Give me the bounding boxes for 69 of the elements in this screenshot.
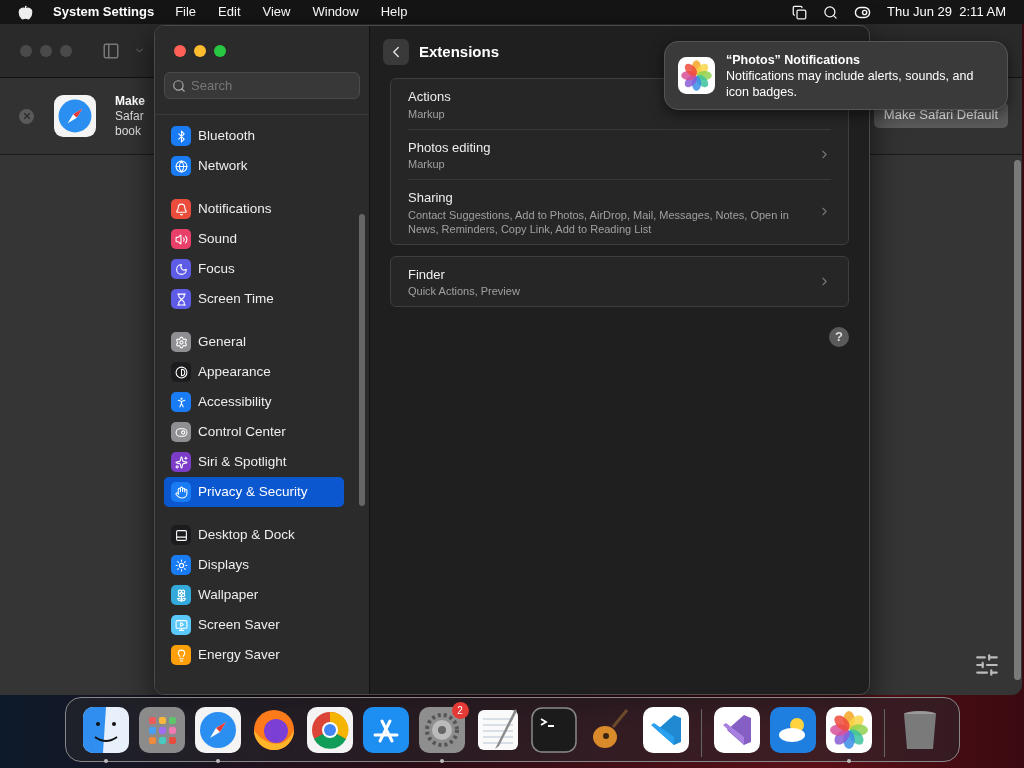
- menu-item[interactable]: View: [262, 2, 291, 22]
- extension-row[interactable]: Photos editing Markup: [408, 128, 831, 179]
- row-title: Actions: [408, 88, 451, 106]
- row-title: Photos editing: [408, 138, 491, 157]
- finder-icon[interactable]: [82, 706, 129, 753]
- sidebar-icon[interactable]: [102, 41, 120, 60]
- banner-text: Safar: [115, 108, 145, 124]
- flower-icon: [678, 57, 715, 94]
- notification-title: “Photos” Notifications: [726, 51, 862, 68]
- app-menu[interactable]: System Settings: [53, 2, 155, 22]
- sidebar-item[interactable]: Displays: [164, 550, 344, 580]
- cloud-icon[interactable]: [769, 706, 816, 753]
- badge: 2: [451, 701, 469, 719]
- sidebar-item[interactable]: Wallpaper: [164, 580, 344, 610]
- sidebar-item[interactable]: Siri & Spotlight: [164, 447, 344, 477]
- sidebar-item[interactable]: General: [164, 327, 344, 357]
- sidebar-item[interactable]: Focus: [164, 254, 344, 284]
- sidebar-item[interactable]: Control Center: [164, 417, 344, 447]
- sidebar-item[interactable]: Bluetooth: [164, 121, 344, 151]
- help-button[interactable]: ?: [829, 327, 849, 347]
- close-icon: [21, 111, 32, 121]
- sidebar-item[interactable]: Sound: [164, 224, 344, 254]
- dock-item[interactable]: 2: [414, 701, 469, 764]
- row-detail: Quick Actions, Preview: [408, 284, 521, 298]
- gear-icon[interactable]: [418, 706, 465, 753]
- search-icon: [172, 79, 186, 93]
- notification-body: Notifications may include alerts, sounds, and icon badges.: [726, 67, 975, 100]
- extension-row[interactable]: Sharing Contact Suggestions, Add to Photos, AirDrop, Mail, Messages, Notes, Open in News, Reminders, Copy Link, Add to Reading List: [408, 179, 831, 244]
- page-title: Extensions: [419, 41, 500, 62]
- sidebar-item[interactable]: Network: [164, 151, 344, 181]
- notification[interactable]: “Photos” Notifications Notifications may include alerts, sounds, and icon badges.: [664, 41, 1008, 110]
- flower-icon[interactable]: [825, 706, 872, 753]
- ide-icon[interactable]: [713, 706, 760, 753]
- extension-row[interactable]: Finder Quick Actions, Preview: [408, 256, 831, 306]
- apple-icon[interactable]: [18, 4, 33, 20]
- code-editor-icon[interactable]: [642, 706, 689, 753]
- banner-text: book: [115, 123, 143, 139]
- terminal-icon[interactable]: [530, 706, 577, 753]
- back-button[interactable]: [383, 39, 409, 65]
- scrollbar[interactable]: [1014, 160, 1021, 680]
- sidebar-item[interactable]: Notifications: [164, 194, 344, 224]
- menu-item[interactable]: File: [175, 2, 197, 22]
- sidebar-item[interactable]: Energy Saver: [164, 640, 344, 670]
- row-detail: Markup: [408, 106, 446, 121]
- menu-item[interactable]: Help: [380, 2, 408, 22]
- menu-item[interactable]: Edit: [218, 2, 241, 22]
- row-title: Sharing: [408, 189, 453, 207]
- sidebar-item[interactable]: Accessibility: [164, 387, 344, 417]
- scrollbar[interactable]: [359, 214, 365, 506]
- sidebar-item[interactable]: Appearance: [164, 357, 344, 387]
- browser-icon[interactable]: [306, 706, 353, 753]
- row-detail: Markup: [408, 157, 446, 171]
- sidebar-item[interactable]: Privacy & Security: [164, 477, 344, 507]
- search-icon[interactable]: [823, 4, 838, 20]
- sliders-icon[interactable]: [974, 652, 1000, 678]
- compass-icon: [54, 95, 96, 137]
- app-store-icon[interactable]: [362, 706, 409, 753]
- search-field[interactable]: Search: [164, 72, 360, 99]
- sidebar-item[interactable]: Screen Time: [164, 284, 344, 314]
- sidebar-item[interactable]: Screen Saver: [164, 610, 344, 640]
- windows-icon[interactable]: [792, 4, 807, 20]
- compass-icon[interactable]: [194, 706, 241, 753]
- app-grid-icon[interactable]: [138, 706, 185, 753]
- menu-item[interactable]: Window: [312, 2, 359, 22]
- row-detail: Contact Suggestions, Add to Photos, AirDrop, Mail, Messages, Notes, Open in News, Reminders, Copy Link, Add to Reading List: [408, 207, 790, 236]
- banner-title: Make: [115, 93, 146, 109]
- row-title: Finder: [408, 265, 445, 284]
- sidebar-item[interactable]: Desktop & Dock: [164, 520, 344, 550]
- clock[interactable]: Thu Jun 29 2:11 AM: [887, 2, 1006, 22]
